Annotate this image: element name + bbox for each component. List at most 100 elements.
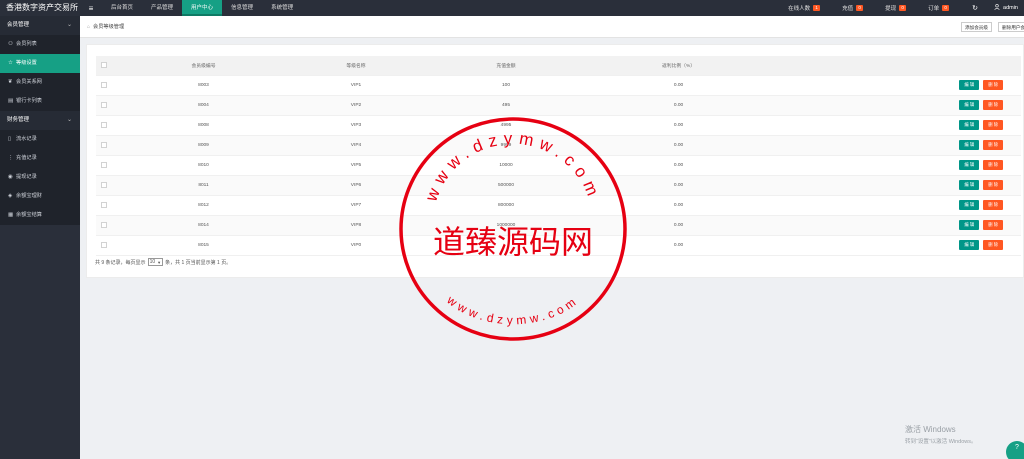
sidebar-group-members[interactable]: 会员管理 ⌄ <box>0 16 80 35</box>
row-checkbox[interactable] <box>100 181 107 188</box>
delete-button[interactable]: 删 除 <box>983 240 1003 250</box>
sidebar-item-bank-cards[interactable]: ▤ 银行卡列表 <box>0 92 80 111</box>
withdraw-link[interactable]: 提现 0 <box>874 4 917 12</box>
sidebar-item-level-settings[interactable]: ☆ 等级设置 <box>0 54 80 73</box>
sidebar-item-member-list[interactable]: ⚇ 会员列表 <box>0 35 80 54</box>
edit-button[interactable]: 编 辑 <box>959 240 980 250</box>
cell-actions: 编 辑删 除 <box>761 155 1021 176</box>
delete-button[interactable]: 删 除 <box>983 160 1003 170</box>
cell-actions: 编 辑删 除 <box>761 175 1021 196</box>
table-row: 8003 VIP1 100 0.00 编 辑删 除 <box>96 75 1021 96</box>
card-icon: ▤ <box>8 98 14 104</box>
sidebar-item-withdraw-records[interactable]: ◉ 提现记录 <box>0 168 80 187</box>
orders-link[interactable]: 订单 0 <box>917 4 960 12</box>
cell-rate: 0.00 <box>596 235 761 256</box>
pager-suffix: 条，共 1 页当前显示第 1 页。 <box>165 259 232 266</box>
chevron-down-icon: ⌄ <box>66 22 72 28</box>
sidebar-item-yuebao-finance[interactable]: ◈ 余额宝理财 <box>0 187 80 206</box>
cell-level-id: 8014 <box>111 215 296 236</box>
sidebar-group-finance[interactable]: 财务管理 ⌄ <box>0 111 80 130</box>
edit-button[interactable]: 编 辑 <box>959 220 980 230</box>
withdraw-label: 提现 <box>885 6 897 12</box>
top-right-nav: 在线人数 1 充值 0 提现 0 订单 0 ↻ admin <box>777 0 1024 16</box>
row-checkbox[interactable] <box>100 101 107 108</box>
sidebar-item-label: 提现记录 <box>16 174 37 180</box>
cell-amount: 500000 <box>416 175 596 196</box>
sidebar-group-finance-label: 财务管理 <box>7 117 30 123</box>
help-float-button[interactable]: ? <box>1006 441 1024 459</box>
cell-level-name: VIP3 <box>296 115 416 136</box>
breadcrumb-title: 会员等级管理 <box>93 24 125 30</box>
cell-amount: 10000 <box>416 155 596 176</box>
nav-user-center[interactable]: 用户中心 <box>182 0 223 16</box>
table-row: 8010 VIP5 10000 0.00 编 辑删 除 <box>96 155 1021 176</box>
top-bar: 香港数字资产交易所 ≡ 后台首页 产品管理 用户中心 信息管理 系统管理 在线人… <box>0 0 1024 16</box>
row-checkbox[interactable] <box>100 81 107 88</box>
info-icon: ⋮ <box>8 155 14 161</box>
table-header-row: 会员级编号 等级名称 充值金额 返利比例（%） <box>96 56 1021 76</box>
recharge-link[interactable]: 充值 0 <box>831 4 874 12</box>
edit-button[interactable]: 编 辑 <box>959 180 980 190</box>
cell-level-name: VIP4 <box>296 135 416 156</box>
row-select-cell <box>96 135 111 156</box>
nav-system[interactable]: 系统管理 <box>262 0 302 16</box>
cell-rate: 0.00 <box>596 215 761 236</box>
delete-button[interactable]: 删 除 <box>983 120 1003 130</box>
cell-rate: 0.00 <box>596 175 761 196</box>
delete-button[interactable]: 删 除 <box>983 220 1003 230</box>
table-row: 8014 VIP8 1000000 0.00 编 辑删 除 <box>96 215 1021 236</box>
home-icon[interactable]: ⌂ <box>87 24 90 30</box>
sidebar-item-member-network[interactable]: ❦ 会员关系网 <box>0 73 80 92</box>
col-amount: 充值金额 <box>416 56 596 76</box>
delete-button[interactable]: 删 除 <box>983 100 1003 110</box>
add-level-button[interactable]: 添加会员级 <box>961 21 992 32</box>
delete-button[interactable]: 删 除 <box>983 140 1003 150</box>
edit-button[interactable]: 编 辑 <box>959 120 980 130</box>
row-checkbox[interactable] <box>100 141 107 148</box>
cell-rate: 0.00 <box>596 195 761 216</box>
select-all-checkbox[interactable] <box>100 62 107 69</box>
sidebar-item-flow-records[interactable]: ▯ 流水记录 <box>0 130 80 149</box>
row-checkbox[interactable] <box>100 201 107 208</box>
edit-button[interactable]: 编 辑 <box>959 100 980 110</box>
row-checkbox[interactable] <box>100 121 107 128</box>
delete-button[interactable]: 删 除 <box>983 80 1003 90</box>
cell-level-name: VIP7 <box>296 195 416 216</box>
table-row: 8004 VIP2 495 0.00 编 辑删 除 <box>96 95 1021 116</box>
person-icon: ⚇ <box>8 41 13 47</box>
sidebar-item-label: 等级设置 <box>16 60 37 66</box>
edit-button[interactable]: 编 辑 <box>959 200 980 210</box>
refresh-icon[interactable]: ↻ <box>960 4 990 12</box>
admin-menu[interactable]: admin <box>990 4 1024 12</box>
edit-button[interactable]: 编 辑 <box>959 140 980 150</box>
nav-products[interactable]: 产品管理 <box>142 0 182 16</box>
cell-actions: 编 辑删 除 <box>761 195 1021 216</box>
cell-amount: 495 <box>416 95 596 116</box>
orders-badge: 0 <box>942 5 950 11</box>
cell-level-id: 8009 <box>111 135 296 156</box>
online-users[interactable]: 在线人数 1 <box>777 4 831 12</box>
admin-name: admin <box>1003 5 1018 11</box>
cell-level-id: 8012 <box>111 195 296 216</box>
cell-level-name: VIP6 <box>296 175 416 196</box>
delete-level-button[interactable]: 删除用户会 <box>998 21 1024 32</box>
delete-button[interactable]: 删 除 <box>983 180 1003 190</box>
nav-home[interactable]: 后台首页 <box>102 0 142 16</box>
delete-button[interactable]: 删 除 <box>983 200 1003 210</box>
cell-level-id: 8004 <box>111 95 296 116</box>
sidebar-item-yuebao-settlement[interactable]: ▦ 余额宝结算 <box>0 206 80 225</box>
row-checkbox[interactable] <box>100 161 107 168</box>
hamburger-icon[interactable]: ≡ <box>80 4 102 13</box>
page-size-select[interactable]: 10 ▼ <box>147 258 164 266</box>
row-checkbox[interactable] <box>100 241 107 248</box>
nav-info[interactable]: 信息管理 <box>222 0 262 16</box>
sidebar-item-label: 银行卡列表 <box>16 98 42 104</box>
cell-level-name: VIP2 <box>296 95 416 116</box>
online-users-label: 在线人数 <box>788 6 811 12</box>
row-checkbox[interactable] <box>100 221 107 228</box>
cell-rate: 0.00 <box>596 135 761 156</box>
sidebar-item-recharge-records[interactable]: ⋮ 充值记录 <box>0 149 80 168</box>
row-select-cell <box>96 75 111 96</box>
edit-button[interactable]: 编 辑 <box>959 80 980 90</box>
edit-button[interactable]: 编 辑 <box>959 160 980 170</box>
